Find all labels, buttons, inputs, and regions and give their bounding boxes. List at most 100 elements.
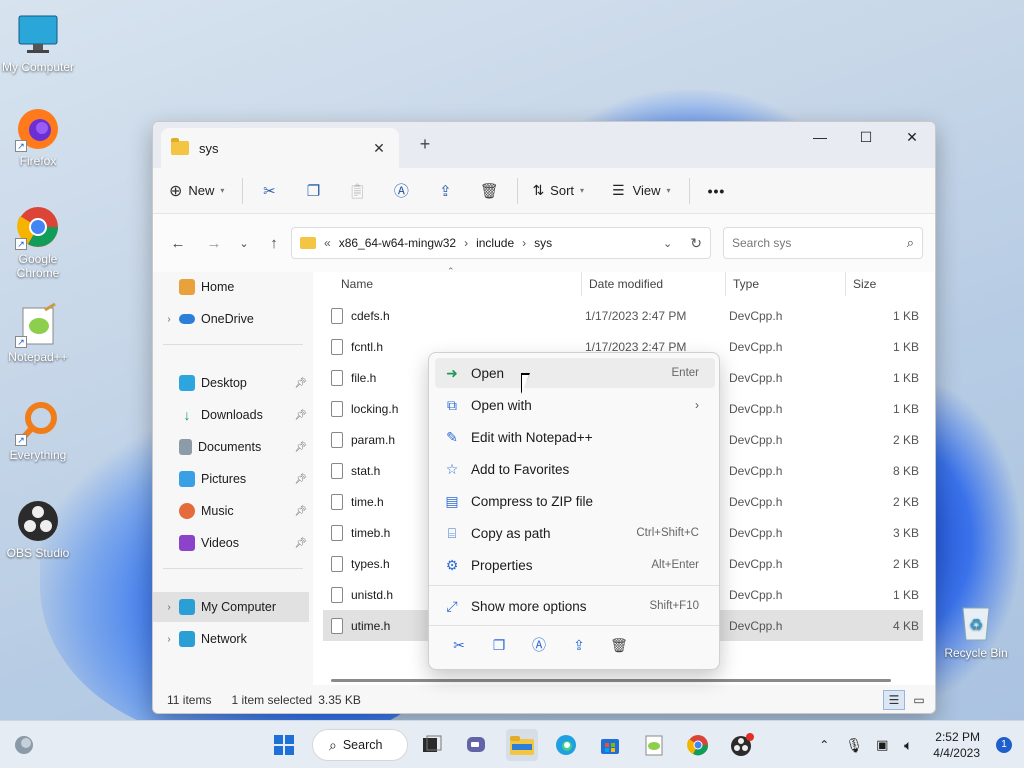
sidebar-item-music[interactable]: Music 📌︎ — [153, 496, 309, 526]
chrome-taskbar-icon[interactable] — [682, 729, 714, 761]
menu-item-edit-notepadpp[interactable]: ✎ Edit with Notepad++ — [435, 422, 715, 452]
taskbar-search[interactable]: ⌕ Search — [312, 729, 408, 761]
sidebar-item-network[interactable]: › Network — [153, 624, 309, 654]
tab-sys[interactable]: sys ✕ — [161, 128, 399, 168]
share-button[interactable]: ⇪ — [559, 631, 599, 659]
more-options-button[interactable]: ••• — [708, 183, 726, 199]
teams-chat-icon[interactable] — [460, 729, 492, 761]
file-size: 1 KB — [892, 339, 919, 354]
menu-divider — [429, 585, 719, 586]
column-divider[interactable] — [725, 272, 726, 296]
notification-badge[interactable]: 1 — [996, 737, 1012, 753]
sort-button[interactable]: ⇅ Sort ▾ — [532, 182, 584, 199]
volume-icon[interactable]: 🔈︎ — [895, 737, 921, 754]
paste-button[interactable]: 📋︎ — [339, 175, 375, 207]
store-icon[interactable] — [594, 729, 626, 761]
back-button[interactable]: ← — [163, 235, 193, 252]
delete-button[interactable]: 🗑︎ — [599, 631, 639, 659]
breadcrumb-overflow[interactable]: « — [324, 236, 331, 250]
breadcrumb-item[interactable]: sys — [534, 236, 552, 250]
sidebar-item-pictures[interactable]: Pictures 📌︎ — [153, 464, 309, 494]
show-hidden-icons-chevron-icon[interactable]: ⌃ — [809, 738, 839, 752]
minimize-button[interactable]: — — [797, 122, 843, 152]
column-header-date[interactable]: Date modified — [589, 272, 663, 296]
forward-button[interactable]: → — [199, 235, 229, 252]
recent-locations-button[interactable]: ⌄ — [229, 237, 259, 250]
notepadpp-taskbar-icon[interactable] — [638, 729, 670, 761]
expand-chevron-icon[interactable]: › — [159, 314, 179, 325]
menu-item-open-with[interactable]: ⧉ Open with › — [435, 390, 715, 420]
sidebar-item-desktop[interactable]: Desktop 📌︎ — [153, 368, 309, 398]
new-tab-button[interactable]: + — [415, 134, 435, 155]
tiles-view-button[interactable]: ▭ — [909, 690, 929, 710]
breadcrumb-item[interactable]: x86_64-w64-mingw32 — [339, 236, 456, 250]
rename-button[interactable]: Ⓐ — [383, 175, 419, 207]
search-input[interactable]: Search sys ⌕ — [723, 227, 923, 259]
breadcrumb-chevron-icon[interactable]: › — [464, 236, 468, 250]
start-button[interactable] — [268, 729, 300, 761]
menu-item-open[interactable]: ➜ Open Enter — [435, 358, 715, 388]
file-name: cdefs.h — [351, 308, 390, 323]
video-icon — [179, 535, 195, 551]
column-divider[interactable] — [845, 272, 846, 296]
column-divider[interactable] — [581, 272, 582, 296]
menu-item-show-more-options[interactable]: ⤢ Show more options Shift+F10 — [435, 591, 715, 621]
microphone-icon[interactable]: 🎙︎ — [839, 737, 869, 754]
refresh-icon[interactable]: ↻ — [690, 235, 702, 252]
details-view-button[interactable]: ☰ — [883, 690, 905, 710]
cut-button[interactable]: ✂ — [251, 175, 287, 207]
horizontal-scrollbar[interactable] — [331, 679, 891, 682]
menu-item-compress-zip[interactable]: ▤ Compress to ZIP file — [435, 486, 715, 516]
sidebar-item-videos[interactable]: Videos 📌︎ — [153, 528, 309, 558]
sidebar-item-downloads[interactable]: ↓ Downloads 📌︎ — [153, 400, 309, 430]
desktop-icon-notepadpp[interactable]: ↗ Notepad++ — [0, 302, 76, 364]
up-button[interactable]: ↑ — [259, 235, 289, 252]
file-type: DevCpp.h — [729, 308, 783, 323]
address-history-chevron-icon[interactable]: ⌄ — [663, 237, 672, 250]
column-header-size[interactable]: Size — [853, 272, 876, 296]
desktop-icon-firefox[interactable]: ↗ Firefox — [0, 106, 76, 168]
sidebar-item-documents[interactable]: Documents 📌︎ — [153, 432, 309, 462]
sidebar-item-onedrive[interactable]: › OneDrive — [153, 304, 309, 334]
network-status-icon[interactable]: ▣ — [869, 737, 895, 753]
widgets-icon[interactable] — [8, 729, 40, 761]
column-header-type[interactable]: Type — [733, 272, 759, 296]
sidebar-item-label: Videos — [201, 536, 239, 550]
desktop-icon-recycle-bin[interactable]: ♻ Recycle Bin — [936, 598, 1016, 660]
menu-item-properties[interactable]: ⚙ Properties Alt+Enter — [435, 550, 715, 580]
desktop-icon-chrome[interactable]: ↗ Google Chrome — [0, 204, 76, 280]
obs-taskbar-icon[interactable] — [726, 729, 758, 761]
delete-button[interactable]: 🗑︎ — [471, 175, 507, 207]
sidebar-item-my-computer[interactable]: › My Computer — [153, 592, 309, 622]
clock[interactable]: 2:52 PM 4/4/2023 — [933, 729, 980, 761]
address-bar[interactable]: « x86_64-w64-mingw32 › include › sys ⌄ ↻ — [291, 227, 711, 259]
task-view-icon[interactable] — [416, 729, 448, 761]
rename-button[interactable]: Ⓐ — [519, 631, 559, 659]
breadcrumb-chevron-icon[interactable]: › — [522, 236, 526, 250]
new-button[interactable]: ⊕ New ▾ — [169, 181, 224, 201]
file-type: DevCpp.h — [729, 401, 783, 416]
menu-item-add-favorites[interactable]: ☆ Add to Favorites — [435, 454, 715, 484]
copy-button[interactable]: ❐ — [479, 631, 519, 659]
close-window-button[interactable]: ✕ — [889, 122, 935, 152]
file-type: DevCpp.h — [729, 494, 783, 509]
cut-button[interactable]: ✂ — [439, 631, 479, 659]
menu-item-copy-as-path[interactable]: ⌸ Copy as path Ctrl+Shift+C — [435, 518, 715, 548]
view-button[interactable]: ☰ View ▾ — [612, 182, 671, 199]
expand-chevron-icon[interactable]: › — [159, 602, 179, 613]
copy-button[interactable]: ❐ — [295, 175, 331, 207]
expand-chevron-icon[interactable]: › — [159, 634, 179, 645]
desktop-icon-everything[interactable]: ↗ Everything — [0, 400, 76, 462]
sidebar-item-home[interactable]: Home — [153, 272, 309, 302]
close-tab-icon[interactable]: ✕ — [369, 140, 389, 157]
desktop-icon-my-computer[interactable]: My Computer — [0, 12, 76, 74]
file-explorer-taskbar-icon[interactable] — [506, 729, 538, 761]
desktop-icon-obs[interactable]: OBS Studio — [0, 498, 76, 560]
file-row[interactable]: cdefs.h 1/17/2023 2:47 PM DevCpp.h 1 KB — [323, 300, 923, 331]
maximize-button[interactable]: ☐ — [843, 122, 889, 152]
breadcrumb-item[interactable]: include — [476, 236, 514, 250]
column-header-name[interactable]: Name — [341, 272, 373, 296]
menu-shortcut: Ctrl+Shift+C — [636, 527, 699, 539]
edge-icon[interactable] — [550, 729, 582, 761]
share-button[interactable]: ⇪ — [427, 175, 463, 207]
